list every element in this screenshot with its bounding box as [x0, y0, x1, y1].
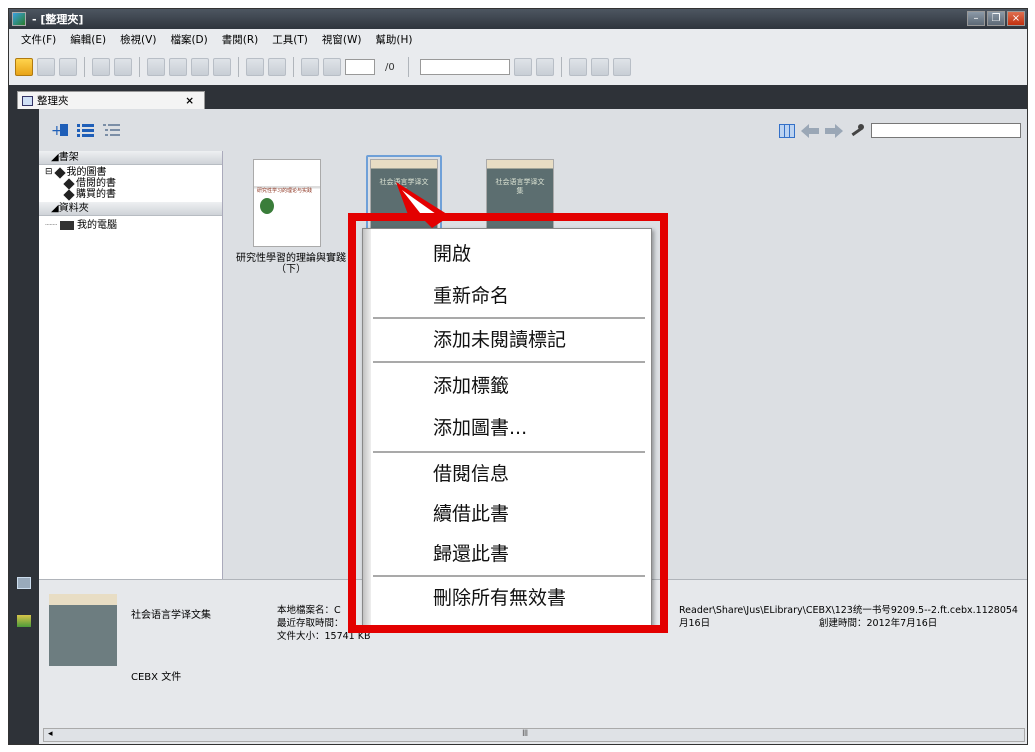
- grid-view-icon[interactable]: [779, 123, 795, 138]
- zoom-select[interactable]: [419, 59, 510, 75]
- detail-file-path: Reader\Share\Jus\ELibrary\CEBX\123统一书号92…: [679, 605, 1018, 616]
- detail-last-access: 最近存取時間：: [277, 618, 344, 629]
- single-page-icon[interactable]: [246, 58, 264, 76]
- menu-window[interactable]: 視窗(W): [322, 32, 362, 47]
- menu-edit[interactable]: 編輯(E): [70, 32, 106, 47]
- hand-tool-icon[interactable]: [114, 58, 132, 76]
- next-page-icon[interactable]: [323, 58, 341, 76]
- book-item[interactable]: 研究性学习的理论与实践 研究性學習的理論與實踐（下）: [236, 159, 346, 275]
- book-tag-icon: [53, 166, 66, 179]
- detail-local-filename: 本地檔案名：C: [277, 605, 341, 616]
- page-total: /0: [385, 61, 395, 73]
- tree-label: 我的電腦: [77, 220, 118, 231]
- add-book-icon[interactable]: +: [51, 123, 69, 137]
- page-number-input[interactable]: [345, 59, 375, 75]
- tree-item-borrowed[interactable]: 借閱的書: [45, 177, 222, 190]
- select-text-icon[interactable]: [92, 58, 110, 76]
- tree-item-purchased[interactable]: 購買的書: [45, 188, 222, 201]
- organizer-icon: [22, 95, 33, 106]
- rotate-right-icon[interactable]: [535, 58, 554, 76]
- book-view-icon[interactable]: [590, 58, 609, 76]
- horizontal-scrollbar[interactable]: ◂ Ⅲ: [43, 728, 1025, 742]
- forward-arrow-icon[interactable]: [825, 123, 843, 138]
- detail-book-name: 社会语言学译文集: [131, 610, 211, 621]
- bookshelf-panel-icon[interactable]: [17, 615, 31, 627]
- back-arrow-icon[interactable]: [801, 123, 819, 138]
- wrench-icon[interactable]: [849, 123, 865, 138]
- minimize-button[interactable]: –: [967, 11, 985, 26]
- detail-file-type: CEBX 文件: [131, 672, 182, 683]
- scroll-grip: Ⅲ: [522, 729, 529, 739]
- title-bar: - [整理夾] – ❐ ×: [9, 9, 1027, 29]
- search-input[interactable]: [871, 123, 1021, 138]
- folders-section-header[interactable]: ◢資料夾: [39, 202, 222, 216]
- open-folder-icon[interactable]: [15, 58, 33, 76]
- tab-label: 整理夾: [37, 95, 69, 107]
- tree-label: 我的圖書: [66, 167, 107, 178]
- tree-label: 借閱的書: [76, 178, 116, 189]
- bookshelf-section-header[interactable]: ◢書架: [39, 151, 222, 165]
- tree-item-my-books[interactable]: ⊟ 我的圖書: [45, 166, 222, 179]
- rotate-left-icon[interactable]: [513, 58, 532, 76]
- menu-help[interactable]: 幫助(H): [375, 32, 412, 47]
- book-cover: 研究性学习的理论与实践: [253, 159, 321, 247]
- left-rail: [9, 109, 39, 744]
- scroll-left-arrow[interactable]: ◂: [48, 729, 53, 739]
- sidebar: ◢書架 ⊟ 我的圖書 借閱的書 購買的書 ◢資料夾 ┈┈ 我的電腦: [39, 151, 223, 581]
- cover-title: 社会语言学译文集: [495, 178, 545, 195]
- book-title: 研究性學習的理論與實踐（下）: [236, 253, 346, 275]
- book-tag-icon: [63, 188, 75, 201]
- detail-access-date: 月16日: [679, 618, 711, 629]
- window-title: - [整理夾]: [32, 13, 84, 26]
- folder-icon: [60, 221, 75, 230]
- toolbar: /0: [9, 49, 1027, 85]
- highlight-box: [348, 213, 668, 633]
- zoom-in-icon[interactable]: [147, 58, 165, 76]
- app-icon: [12, 12, 26, 26]
- book-tag-icon: [63, 177, 75, 190]
- detail-view-icon[interactable]: [103, 123, 121, 137]
- fit-width-icon[interactable]: [191, 58, 209, 76]
- previous-page-icon[interactable]: [301, 58, 319, 76]
- close-window-button[interactable]: ×: [1007, 11, 1025, 26]
- tab-organizer[interactable]: 整理夾 ×: [17, 91, 205, 109]
- library-panel-icon[interactable]: [17, 577, 31, 589]
- detail-cover: [49, 594, 117, 666]
- fit-page-icon[interactable]: [213, 58, 231, 76]
- full-screen-icon[interactable]: [612, 58, 631, 76]
- tab-close-button[interactable]: ×: [185, 95, 194, 107]
- tree-label: 購買的書: [76, 189, 116, 200]
- menu-bar: 文件(F) 編輯(E) 檢視(V) 檔案(D) 書閱(R) 工具(T) 視窗(W…: [9, 29, 1027, 49]
- detail-created: 創建時間：2012年7月16日: [819, 618, 938, 629]
- menu-archive[interactable]: 檔案(D): [170, 32, 207, 47]
- menu-tools[interactable]: 工具(T): [272, 32, 308, 47]
- menu-view[interactable]: 檢視(V): [120, 32, 156, 47]
- zoom-out-icon[interactable]: [169, 58, 187, 76]
- two-page-icon[interactable]: [568, 58, 587, 76]
- list-view-icon[interactable]: [77, 123, 95, 137]
- tree-item-my-computer[interactable]: ┈┈ 我的電腦: [45, 220, 222, 231]
- print-icon[interactable]: [59, 58, 77, 76]
- save-icon[interactable]: [37, 58, 55, 76]
- cover-title: 研究性学习的理论与实践: [257, 188, 313, 194]
- maximize-button[interactable]: ❐: [987, 11, 1005, 26]
- menu-reading[interactable]: 書閱(R): [222, 32, 259, 47]
- tab-strip: 整理夾 ×: [9, 85, 1027, 109]
- menu-file[interactable]: 文件(F): [21, 32, 56, 47]
- continuous-page-icon[interactable]: [268, 58, 286, 76]
